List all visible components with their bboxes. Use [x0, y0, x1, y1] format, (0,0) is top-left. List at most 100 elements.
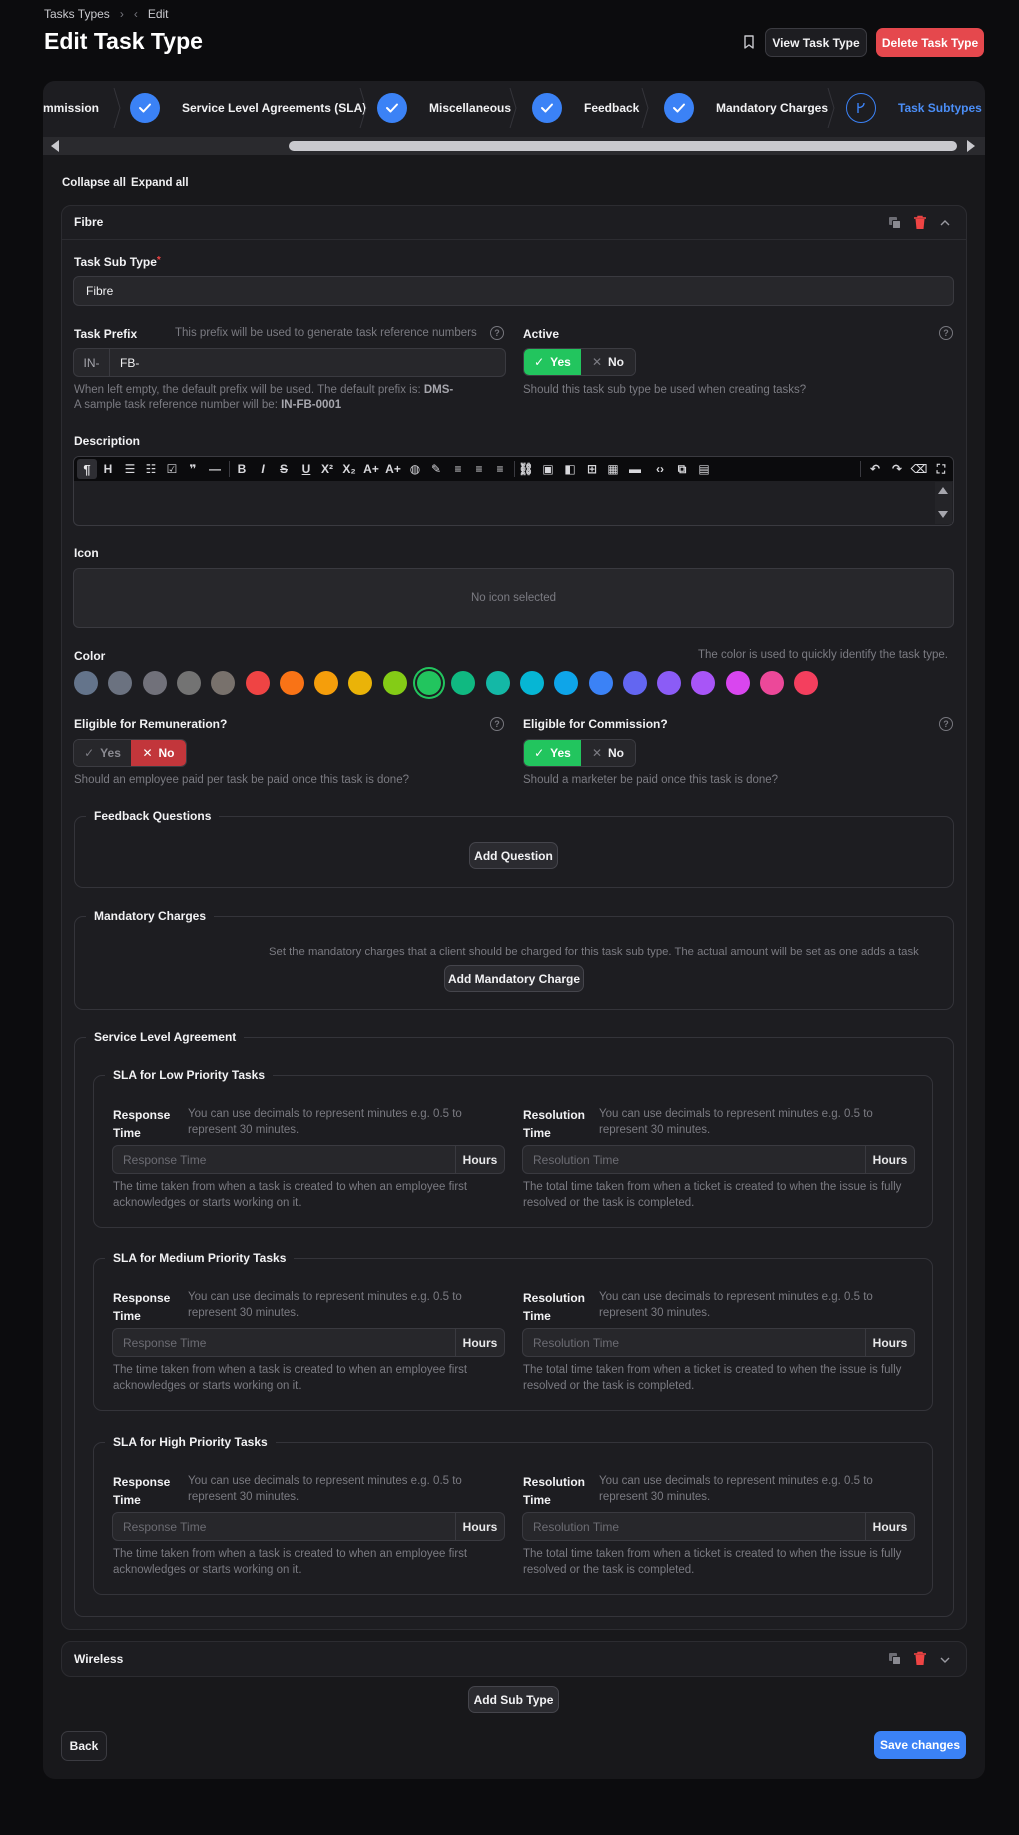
color-swatch[interactable] — [142, 671, 167, 695]
delete-task-type-button[interactable]: Delete Task Type — [876, 28, 984, 57]
active-no[interactable]: ✕ No — [580, 349, 635, 375]
table-icon[interactable]: ⊞ — [584, 461, 600, 477]
back-button[interactable]: Back — [61, 1731, 107, 1761]
color-swatch[interactable] — [760, 671, 784, 695]
add-sub-type-button[interactable]: Add Sub Type — [468, 1686, 559, 1713]
response-time-input[interactable]: Response Time — [112, 1145, 456, 1174]
color-swatch[interactable] — [657, 671, 682, 695]
subscript-icon[interactable]: X₂ — [341, 461, 357, 477]
add-mandatory-charge-button[interactable]: Add Mandatory Charge — [444, 965, 584, 992]
expand-all-link[interactable]: Expand all — [131, 177, 189, 189]
help-icon[interactable]: ? — [939, 717, 953, 731]
response-time-input[interactable]: Response Time — [112, 1328, 456, 1357]
scroll-down-icon[interactable] — [938, 511, 948, 518]
undo-icon[interactable]: ↶ — [867, 461, 883, 477]
color-swatch[interactable] — [176, 671, 201, 695]
color-swatch[interactable] — [588, 671, 613, 695]
block-icon[interactable]: ▬ — [627, 461, 643, 477]
breadcrumb-parent[interactable]: Tasks Types — [44, 7, 110, 21]
color-swatch[interactable] — [314, 671, 339, 695]
response-time-input[interactable]: Response Time — [112, 1512, 456, 1541]
bullet-list-icon[interactable]: ☰ — [122, 461, 138, 477]
chevron-up-icon[interactable] — [939, 217, 951, 227]
color-swatch[interactable] — [382, 671, 407, 695]
file-code-icon[interactable]: ▤ — [696, 461, 712, 477]
step-feedback[interactable]: Feedback — [532, 93, 639, 123]
step-mandatory-charges[interactable]: Mandatory Charges — [664, 93, 828, 123]
color-swatch[interactable] — [279, 671, 304, 695]
color-swatch[interactable] — [211, 671, 236, 695]
add-question-button[interactable]: Add Question — [469, 842, 558, 869]
font-size-up-icon[interactable]: A+ — [363, 461, 379, 477]
icon-picker[interactable]: No icon selected — [73, 568, 954, 628]
image-icon[interactable]: ▣ — [540, 461, 556, 477]
copy-icon[interactable] — [888, 216, 902, 230]
step-sla[interactable]: Service Level Agreements (SLA) — [130, 93, 366, 123]
palette-icon[interactable]: ◍ — [407, 461, 423, 477]
horizontal-rule-icon[interactable]: — — [207, 461, 223, 477]
resolution-time-input[interactable]: Resolution Time — [522, 1512, 866, 1541]
redo-icon[interactable]: ↷ — [889, 461, 905, 477]
copy-icon[interactable] — [888, 1652, 902, 1666]
task-prefix-input[interactable]: FB- — [109, 348, 506, 377]
color-swatch[interactable] — [74, 671, 98, 695]
save-changes-button[interactable]: Save changes — [874, 1731, 966, 1759]
code-block-icon[interactable]: ⧉ — [674, 461, 690, 477]
remuneration-toggle[interactable]: ✓ Yes ✕ No — [73, 739, 187, 767]
task-sub-type-input[interactable]: Fibre — [73, 276, 954, 306]
heading-icon[interactable]: H — [100, 461, 116, 477]
scroll-up-icon[interactable] — [938, 487, 948, 494]
embed-icon[interactable]: ◧ — [562, 461, 578, 477]
subtype-card-header[interactable] — [62, 206, 966, 240]
align-left-icon[interactable]: ≡ — [450, 461, 466, 477]
align-center-icon[interactable]: ≡ — [471, 461, 487, 477]
scroll-right-icon[interactable] — [967, 140, 975, 152]
scroll-left-icon[interactable] — [51, 140, 59, 152]
color-swatch[interactable] — [519, 671, 544, 695]
commission-no[interactable]: ✕ No — [580, 740, 635, 766]
subtype-card-wireless[interactable] — [61, 1641, 967, 1677]
chevron-down-icon[interactable] — [939, 1654, 951, 1664]
step-miscellaneous[interactable]: Miscellaneous — [377, 93, 511, 123]
italic-icon[interactable]: I — [255, 461, 271, 477]
color-swatch[interactable] — [245, 671, 270, 695]
active-yes[interactable]: ✓ Yes — [524, 349, 581, 375]
commission-yes[interactable]: ✓ Yes — [524, 740, 581, 766]
collapse-all-link[interactable]: Collapse all — [62, 177, 126, 189]
underline-icon[interactable]: U — [298, 461, 314, 477]
quote-icon[interactable]: ❞ — [185, 461, 201, 477]
commission-toggle[interactable]: ✓ Yes ✕ No — [523, 739, 636, 767]
active-toggle[interactable]: ✓ Yes ✕ No — [523, 348, 636, 376]
superscript-icon[interactable]: X² — [319, 461, 335, 477]
help-icon[interactable]: ? — [490, 326, 504, 340]
color-swatch[interactable] — [417, 671, 441, 695]
step-commission[interactable]: mmission — [43, 101, 99, 115]
checklist-icon[interactable]: ☑ — [164, 461, 180, 477]
bookmark-icon[interactable] — [742, 34, 756, 50]
color-swatch[interactable] — [622, 671, 647, 695]
color-swatch[interactable] — [554, 671, 579, 695]
strikethrough-icon[interactable]: S — [276, 461, 292, 477]
font-size-down-icon[interactable]: A+ — [385, 461, 401, 477]
resolution-time-input[interactable]: Resolution Time — [522, 1145, 866, 1174]
link-icon[interactable]: ⛓ — [518, 461, 534, 477]
color-swatch[interactable] — [725, 671, 750, 695]
trash-icon[interactable] — [913, 215, 927, 230]
code-icon[interactable]: ‹› — [652, 461, 668, 477]
scrollbar-thumb[interactable] — [289, 141, 957, 151]
qr-icon[interactable]: ▦ — [605, 461, 621, 477]
numbered-list-icon[interactable]: ☷ — [143, 461, 159, 477]
help-icon[interactable]: ? — [490, 717, 504, 731]
remuneration-no[interactable]: ✕ No — [130, 740, 186, 766]
bold-icon[interactable]: B — [234, 461, 250, 477]
highlighter-icon[interactable]: ✎ — [428, 461, 444, 477]
color-swatch[interactable] — [485, 671, 510, 695]
fullscreen-icon[interactable]: ⛶ — [933, 461, 949, 477]
remuneration-yes[interactable]: ✓ Yes — [74, 740, 131, 766]
paragraph-icon[interactable]: ¶ — [77, 459, 97, 479]
trash-icon[interactable] — [913, 1651, 927, 1666]
resolution-time-input[interactable]: Resolution Time — [522, 1328, 866, 1357]
view-task-type-button[interactable]: View Task Type — [765, 28, 867, 57]
align-right-icon[interactable]: ≡ — [492, 461, 508, 477]
eraser-icon[interactable]: ⌫ — [911, 461, 928, 477]
